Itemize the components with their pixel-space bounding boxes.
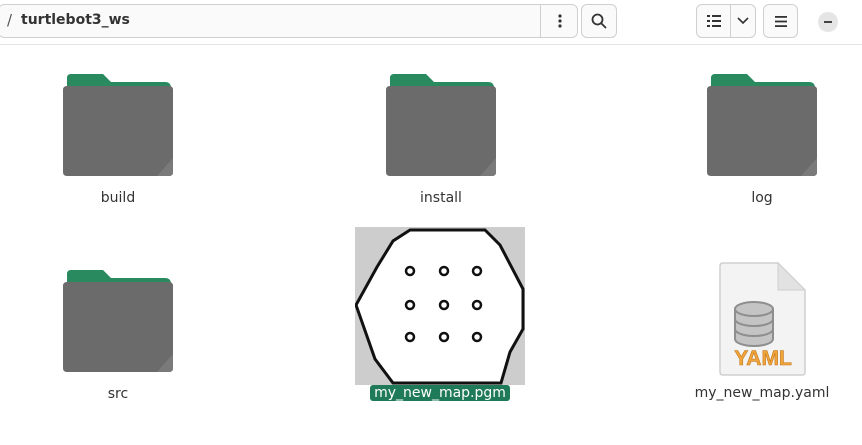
view-list-button[interactable] xyxy=(697,5,731,37)
main-menu-button[interactable] xyxy=(763,4,798,38)
header-bar: / turtlebot3_ws xyxy=(0,0,862,45)
yaml-file-icon: YAML xyxy=(719,262,807,376)
file-name: install xyxy=(420,190,462,206)
map-thumbnail xyxy=(355,227,525,385)
minimize-icon xyxy=(824,21,832,23)
view-options-group xyxy=(696,4,756,38)
file-item-install[interactable]: install xyxy=(356,72,526,212)
folder-icon xyxy=(707,74,817,176)
hamburger-menu-icon xyxy=(774,15,787,27)
yaml-badge: YAML xyxy=(734,347,792,370)
file-item-log[interactable]: log xyxy=(677,72,847,212)
folder-icon xyxy=(63,270,173,372)
file-name: build xyxy=(100,190,136,206)
current-folder-label[interactable]: turtlebot3_ws xyxy=(21,12,130,28)
file-item-my-new-map-yaml[interactable]: YAML my_new_map.yaml xyxy=(677,262,847,407)
location-bar[interactable]: / turtlebot3_ws xyxy=(0,4,578,38)
list-view-icon xyxy=(706,15,721,27)
file-name-selected: my_new_map.pgm xyxy=(355,385,525,401)
file-name: log xyxy=(751,190,773,206)
file-item-src[interactable]: src xyxy=(33,268,203,408)
minimize-window-button[interactable] xyxy=(818,12,838,32)
path-menu-button[interactable] xyxy=(540,5,578,37)
folder-icon xyxy=(386,74,496,176)
file-name: src xyxy=(107,386,129,402)
chevron-down-icon xyxy=(736,17,749,25)
more-vertical-icon xyxy=(557,14,562,28)
folder-icon xyxy=(63,74,173,176)
search-button[interactable] xyxy=(581,4,617,38)
file-name: my_new_map.pgm xyxy=(370,385,510,401)
file-name: my_new_map.yaml xyxy=(694,385,830,401)
file-item-build[interactable]: build xyxy=(33,72,203,212)
search-icon xyxy=(591,13,607,29)
file-item-my-new-map-pgm[interactable]: my_new_map.pgm xyxy=(355,227,525,407)
view-options-dropdown[interactable] xyxy=(730,5,755,37)
path-separator: / xyxy=(7,11,13,29)
